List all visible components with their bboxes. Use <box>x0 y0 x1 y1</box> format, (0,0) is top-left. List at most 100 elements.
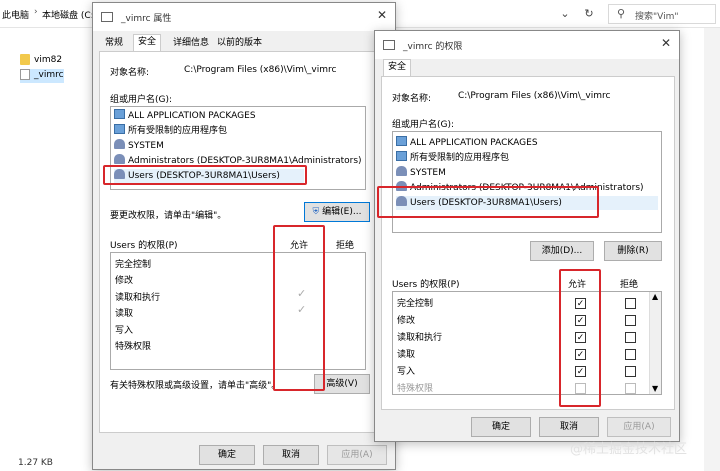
tab-details[interactable]: 详细信息 <box>169 36 213 52</box>
scroll-up-icon[interactable]: ▲ <box>652 292 658 301</box>
group-row[interactable]: ALL APPLICATION PACKAGES <box>114 109 256 123</box>
breadcrumb-this-pc[interactable]: 此电脑 <box>2 8 29 21</box>
deny-checkbox[interactable] <box>625 349 636 360</box>
properties-title: _vimrc 属性 <box>121 14 172 24</box>
explorer-scrollbar[interactable] <box>704 28 720 471</box>
permission-row: 完全控制 <box>397 299 434 309</box>
permission-row: 写入 <box>115 326 134 336</box>
group-name: SYSTEM <box>410 168 446 178</box>
group-name: 所有受限制的应用程序包 <box>410 153 510 163</box>
permission-row: 修改 <box>397 316 416 326</box>
group-label: 组或用户名(G): <box>110 95 173 105</box>
object-name-label: 对象名称: <box>392 94 432 104</box>
edit-button-label: 编辑(E)... <box>322 207 362 217</box>
permission-row: 读取 <box>115 309 134 319</box>
folder-icon <box>20 54 30 65</box>
file-item-vim82[interactable]: vim82 <box>20 54 62 68</box>
ok-button[interactable]: 确定 <box>199 445 255 465</box>
package-icon <box>396 151 407 161</box>
shield-icon: ⛨ <box>312 207 320 217</box>
group-name: SYSTEM <box>128 141 164 151</box>
object-name-value: C:\Program Files (x86)\Vim\_vimrc <box>458 91 611 101</box>
permission-row: 读取和执行 <box>115 293 161 303</box>
status-file-size: 1.27 KB <box>18 458 53 468</box>
breadcrumb-local-disk[interactable]: 本地磁盘 (C:) <box>42 8 97 21</box>
properties-titlebar: _vimrc 属性 ✕ <box>93 3 395 31</box>
permission-row: 读取 <box>397 350 416 360</box>
tab-security[interactable]: 安全 <box>383 59 412 77</box>
user-group-icon <box>396 166 407 176</box>
deny-header: 拒绝 <box>620 280 639 290</box>
package-icon <box>114 124 125 134</box>
permission-row: 写入 <box>397 367 416 377</box>
remove-button[interactable]: 删除(R) <box>604 241 662 261</box>
cancel-button[interactable]: 取消 <box>263 445 319 465</box>
file-name: _vimrc <box>34 70 64 80</box>
close-icon[interactable]: ✕ <box>661 36 671 50</box>
package-icon <box>114 109 125 119</box>
chevron-down-icon[interactable]: ⌄ <box>556 5 574 23</box>
apply-button[interactable]: 应用(A) <box>327 445 387 465</box>
deny-header: 拒绝 <box>336 241 355 251</box>
permissions-label: Users 的权限(P) <box>392 280 460 290</box>
permission-row: 特殊权限 <box>115 342 152 352</box>
group-name: ALL APPLICATION PACKAGES <box>410 138 538 148</box>
group-name: ALL APPLICATION PACKAGES <box>128 111 256 121</box>
file-icon <box>383 40 395 50</box>
group-row[interactable]: 所有受限制的应用程序包 <box>396 151 509 165</box>
close-icon[interactable]: ✕ <box>377 8 387 22</box>
group-name: 所有受限制的应用程序包 <box>128 126 228 136</box>
file-icon <box>20 69 30 80</box>
deny-checkbox[interactable] <box>625 332 636 343</box>
group-row[interactable]: ALL APPLICATION PACKAGES <box>396 136 538 150</box>
object-name-value: C:\Program Files (x86)\Vim\_vimrc <box>184 65 337 75</box>
highlight-allow-column <box>559 269 601 407</box>
permissions-list: 完全控制 修改 读取和执行 读取 写入 特殊权限 ✓ ✓ <box>110 252 366 370</box>
permissions-titlebar: _vimrc 的权限 ✕ <box>375 31 679 59</box>
permissions-panel: 对象名称: C:\Program Files (x86)\Vim\_vimrc … <box>381 76 675 410</box>
tab-previous-versions[interactable]: 以前的版本 <box>213 36 266 52</box>
properties-dialog: _vimrc 属性 ✕ 常规 安全 详细信息 以前的版本 对象名称: C:\Pr… <box>92 2 396 470</box>
tab-security[interactable]: 安全 <box>133 34 162 52</box>
permissions-title: _vimrc 的权限 <box>403 42 463 52</box>
breadcrumb-separator-icon: › <box>34 7 38 17</box>
permission-row: 特殊权限 <box>397 384 434 394</box>
permission-row: 完全控制 <box>115 260 152 270</box>
user-group-icon <box>114 154 125 164</box>
permission-row: 读取和执行 <box>397 333 443 343</box>
scroll-down-icon[interactable]: ▼ <box>652 384 658 393</box>
search-placeholder: 搜索"Vim" <box>635 12 679 22</box>
permissions-list: 完全控制 修改 读取和执行 读取 写入 特殊权限 ✓ ✓ ✓ ✓ ✓ ▲ ▼ <box>392 291 662 395</box>
deny-checkbox[interactable] <box>625 298 636 309</box>
tab-general[interactable]: 常规 <box>101 36 127 52</box>
deny-checkbox[interactable] <box>625 315 636 326</box>
permissions-dialog: _vimrc 的权限 ✕ 安全 对象名称: C:\Program Files (… <box>374 30 680 442</box>
apply-button[interactable]: 应用(A) <box>607 417 671 437</box>
highlight-users-row <box>103 165 307 185</box>
file-name: vim82 <box>34 55 63 65</box>
advanced-hint: 有关特殊权限或高级设置，请单击"高级"。 <box>110 381 281 391</box>
watermark-text: @稀土掘金技术社区 <box>570 442 688 457</box>
search-box[interactable]: ⚲ 搜索"Vim" <box>608 4 716 24</box>
cancel-button[interactable]: 取消 <box>539 417 599 437</box>
refresh-icon[interactable]: ↻ <box>580 5 598 23</box>
search-icon: ⚲ <box>617 7 626 20</box>
permissions-label: Users 的权限(P) <box>110 241 178 251</box>
group-label: 组或用户名(G): <box>392 120 455 130</box>
permissions-scrollbar[interactable]: ▲ ▼ <box>649 292 661 394</box>
permission-row: 修改 <box>115 276 134 286</box>
group-row[interactable]: SYSTEM <box>396 166 446 180</box>
add-button[interactable]: 添加(D)... <box>530 241 594 261</box>
file-item-vimrc[interactable]: _vimrc <box>20 69 64 83</box>
deny-checkbox[interactable] <box>625 366 636 377</box>
group-row[interactable]: 所有受限制的应用程序包 <box>114 124 227 138</box>
security-panel: 对象名称: C:\Program Files (x86)\Vim\_vimrc … <box>99 51 389 433</box>
ok-button[interactable]: 确定 <box>471 417 531 437</box>
highlight-allow-column <box>273 225 325 391</box>
user-group-icon <box>114 139 125 149</box>
package-icon <box>396 136 407 146</box>
edit-button[interactable]: ⛨ 编辑(E)... <box>304 202 370 222</box>
highlight-users-row <box>377 186 599 218</box>
group-row[interactable]: SYSTEM <box>114 139 164 153</box>
deny-checkbox[interactable] <box>625 383 636 394</box>
